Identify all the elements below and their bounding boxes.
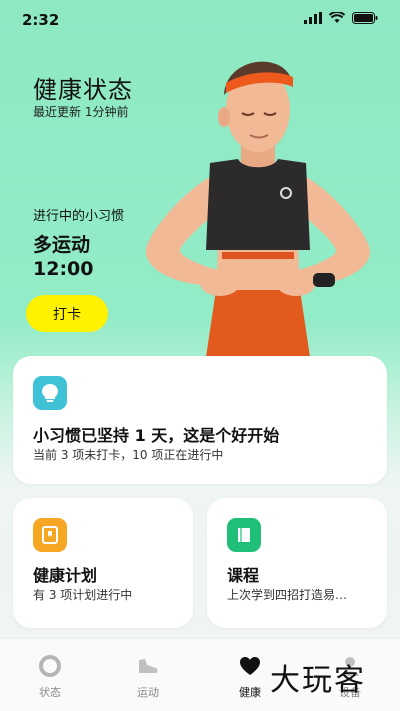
habit-summary-card[interactable]: 小习惯已坚持 1 天，这是个好开始 当前 3 项未打卡，10 项正在进行中 — [13, 356, 387, 484]
shoe-icon — [139, 659, 158, 673]
nav-item-exercise[interactable]: 运动 — [98, 639, 198, 711]
course-title: 课程 — [227, 566, 260, 585]
status-time: 2:32 — [22, 11, 60, 29]
plan-desc: 有 3 项计划进行中 — [33, 588, 133, 602]
nav-label-status: 状态 — [39, 686, 61, 699]
course-card[interactable]: 课程 上次学到四招打造易… — [207, 498, 387, 628]
course-desc: 上次学到四招打造易… — [227, 588, 348, 602]
bulb-icon — [33, 376, 67, 410]
signal-icon — [304, 12, 322, 24]
checkin-button[interactable]: 打卡 — [26, 295, 108, 332]
summary-desc: 当前 3 项未打卡，10 项正在进行中 — [33, 448, 224, 462]
habit-time: 12:00 — [33, 258, 94, 280]
book-icon — [227, 518, 261, 552]
summary-title: 小习惯已坚持 1 天，这是个好开始 — [33, 426, 280, 445]
status-icons — [304, 12, 378, 24]
nav-label-exercise: 运动 — [137, 686, 159, 699]
wifi-icon — [329, 12, 345, 23]
status-bar: 2:32 — [0, 0, 400, 40]
health-plan-card[interactable]: 健康计划 有 3 项计划进行中 — [13, 498, 193, 628]
habit-name: 多运动 — [33, 234, 91, 256]
nav-item-status[interactable]: 状态 — [0, 639, 100, 711]
fitness-avatar-illustration — [145, 61, 371, 357]
habit-label: 进行中的小习惯 — [33, 209, 125, 224]
last-updated-text: 最近更新 1分钟前 — [33, 105, 129, 119]
status-ring-icon — [39, 655, 61, 677]
page-title: 健康状态 — [33, 76, 133, 104]
battery-icon — [352, 12, 378, 24]
watermark: 大玩客 — [270, 663, 366, 698]
plan-title: 健康计划 — [33, 566, 98, 585]
heart-icon — [240, 657, 260, 675]
bookmark-icon — [33, 518, 67, 552]
